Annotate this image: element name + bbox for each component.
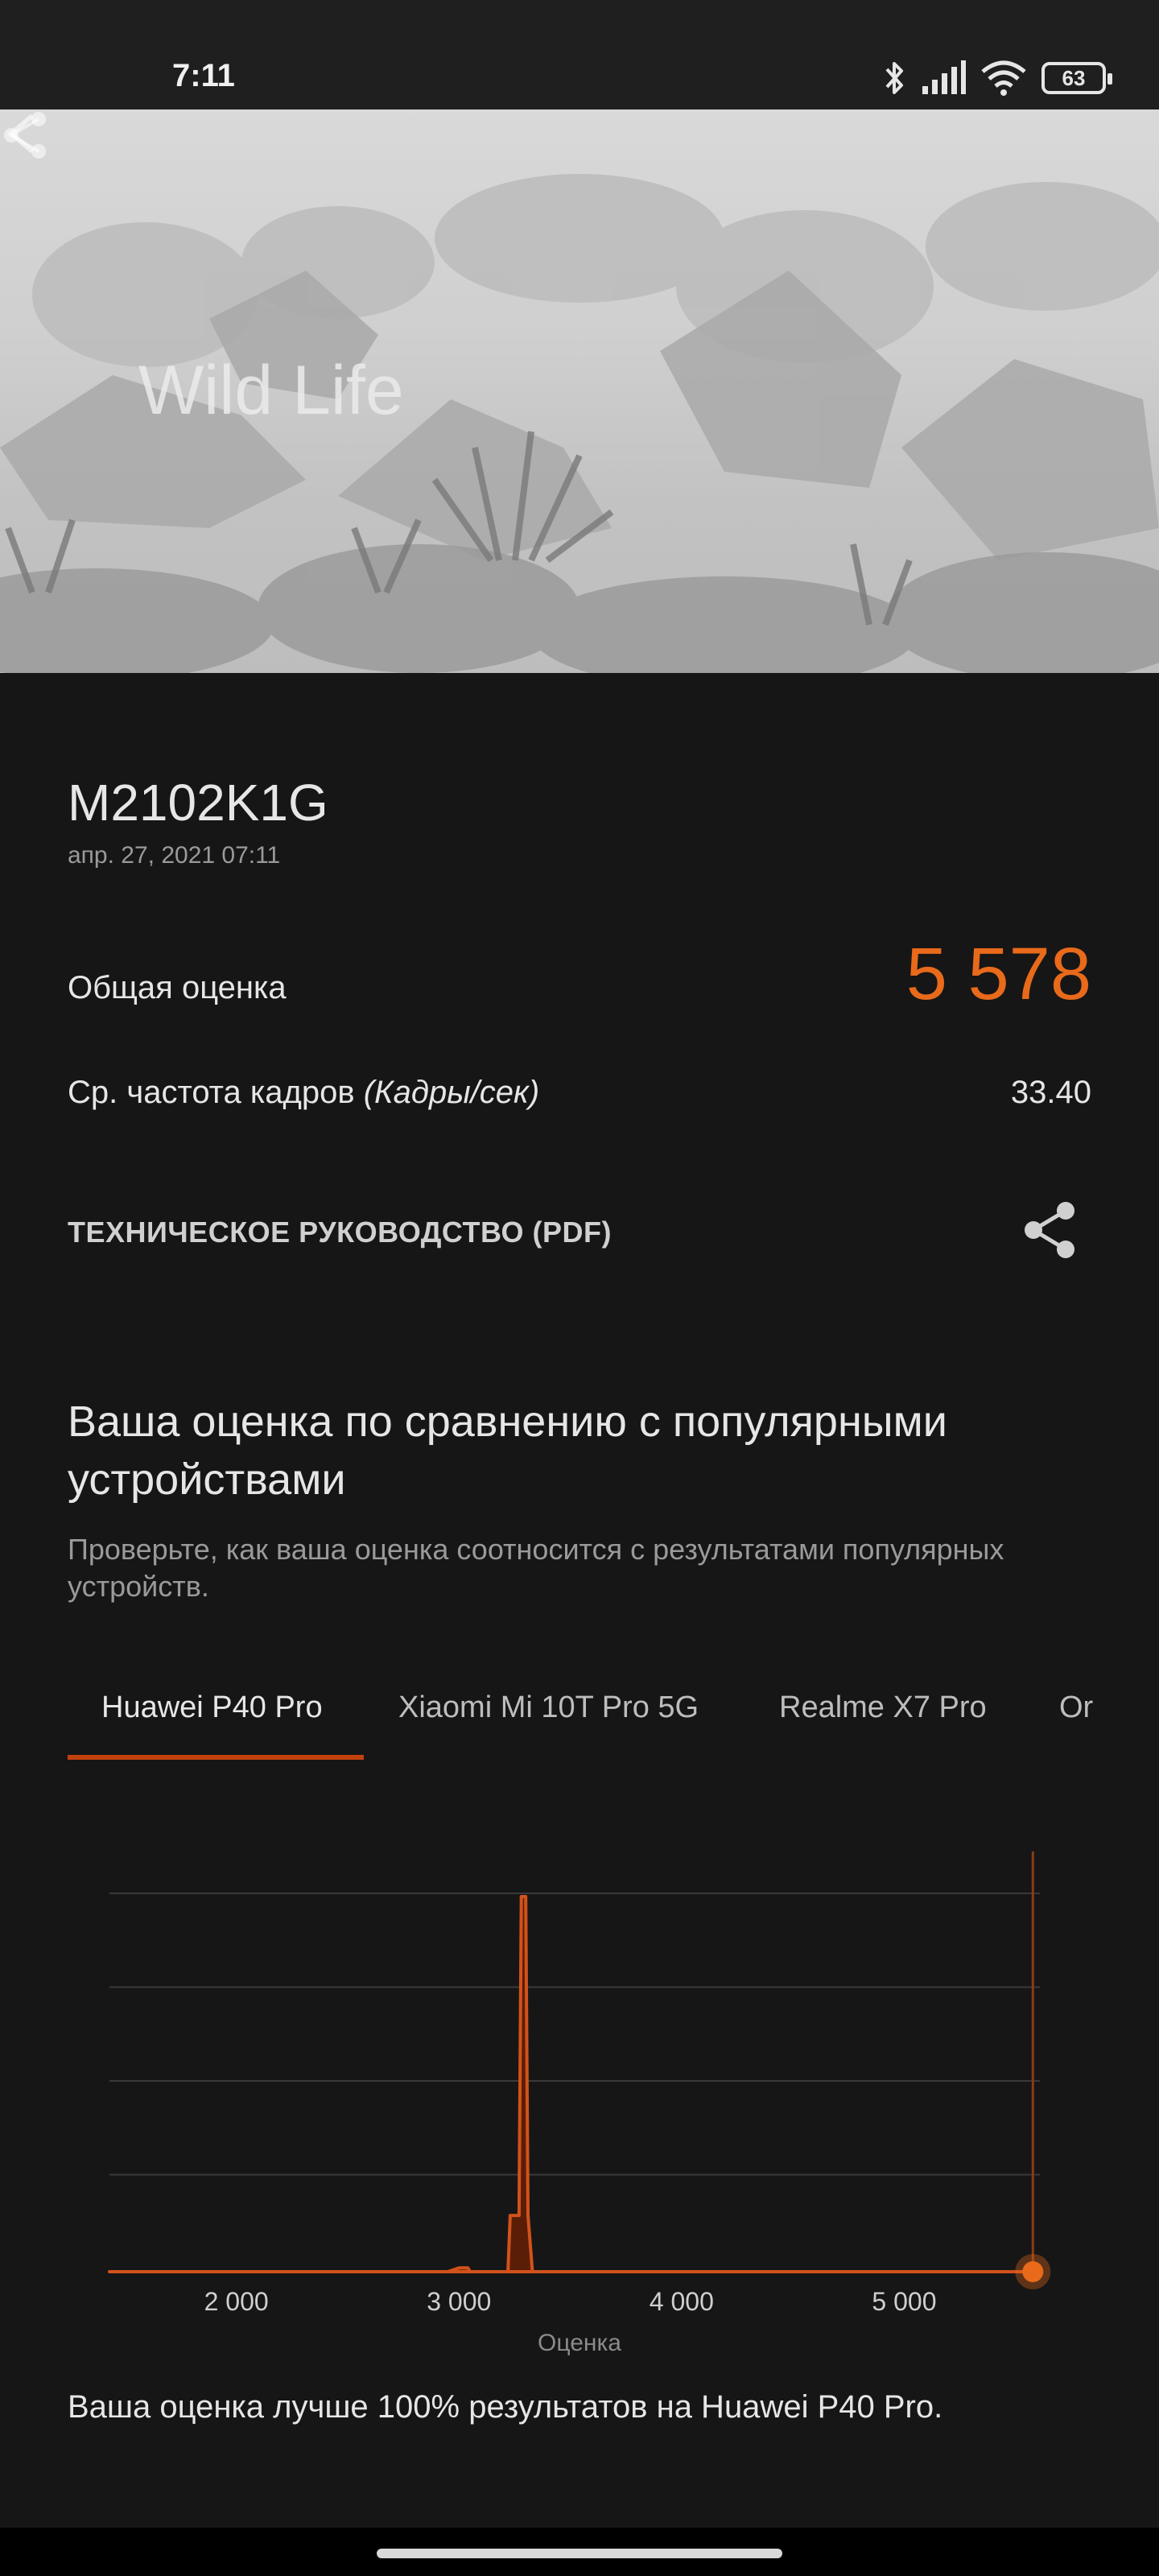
x-tick-label: 4 000 <box>650 2287 714 2316</box>
wifi-icon <box>981 60 1026 96</box>
share-icon[interactable] <box>0 109 52 161</box>
bluetooth-icon <box>885 62 903 94</box>
share-icon[interactable] <box>1022 1199 1079 1261</box>
comparison-subtitle: Проверьте, как ваша оценка соотносится с… <box>68 1533 1004 1603</box>
hero-banner: Wild Life <box>0 109 1159 673</box>
overall-score-label: Общая оценка <box>68 970 287 1005</box>
overall-score-value: 5 578 <box>905 933 1091 1015</box>
result-date: апр. 27, 2021 07:11 <box>68 842 281 869</box>
score-distribution-chart: 2 000 3 000 4 000 5 000 <box>108 1852 1051 2316</box>
device-name: M2102K1G <box>68 774 328 832</box>
tab-realme-x7-pro[interactable]: Realme X7 Pro <box>779 1690 987 1725</box>
tab-huawei-p40-pro[interactable]: Huawei P40 Pro <box>101 1690 323 1725</box>
x-axis-title: Оценка <box>538 2330 621 2356</box>
chart-grid <box>109 1893 1040 2176</box>
battery-icon: 63 <box>1041 62 1112 94</box>
status-bar: 7:11 63 <box>0 0 1159 109</box>
status-icons: 63 <box>884 56 1112 100</box>
fps-label-text: Ср. частота кадров <box>68 1075 364 1110</box>
fps-label: Ср. частота кадров (Кадры/сек) <box>68 1075 539 1111</box>
tab-xiaomi-mi-10t-pro-5g[interactable]: Xiaomi Mi 10T Pro 5G <box>398 1690 699 1725</box>
fps-value: 33.40 <box>1010 1075 1091 1110</box>
fps-unit: (Кадры/сек) <box>363 1075 540 1110</box>
x-tick-label: 5 000 <box>872 2287 936 2316</box>
your-score-marker[interactable] <box>1022 2261 1044 2282</box>
comparison-summary: Ваша оценка лучше 100% результатов на Hu… <box>68 2389 943 2425</box>
technical-guide-link[interactable]: ТЕХНИЧЕСКОЕ РУКОВОДСТВО (PDF) <box>68 1216 612 1249</box>
device-tabs: Huawei P40 Pro Xiaomi Mi 10T Pro 5G Real… <box>68 1682 1138 1763</box>
x-tick-label: 3 000 <box>427 2287 491 2316</box>
active-tab-indicator <box>68 1755 364 1760</box>
comparison-title: Ваша оценка по сравнению с популярными у… <box>68 1397 947 1504</box>
home-gesture-pill[interactable] <box>377 2549 782 2558</box>
x-tick-label: 2 000 <box>204 2287 269 2316</box>
status-time: 7:11 <box>172 58 235 93</box>
hero-title: Wild Life <box>138 352 404 429</box>
signal-icon <box>922 60 966 94</box>
tab-more[interactable]: Or <box>1059 1690 1093 1725</box>
score-distribution-area <box>108 1895 534 2273</box>
